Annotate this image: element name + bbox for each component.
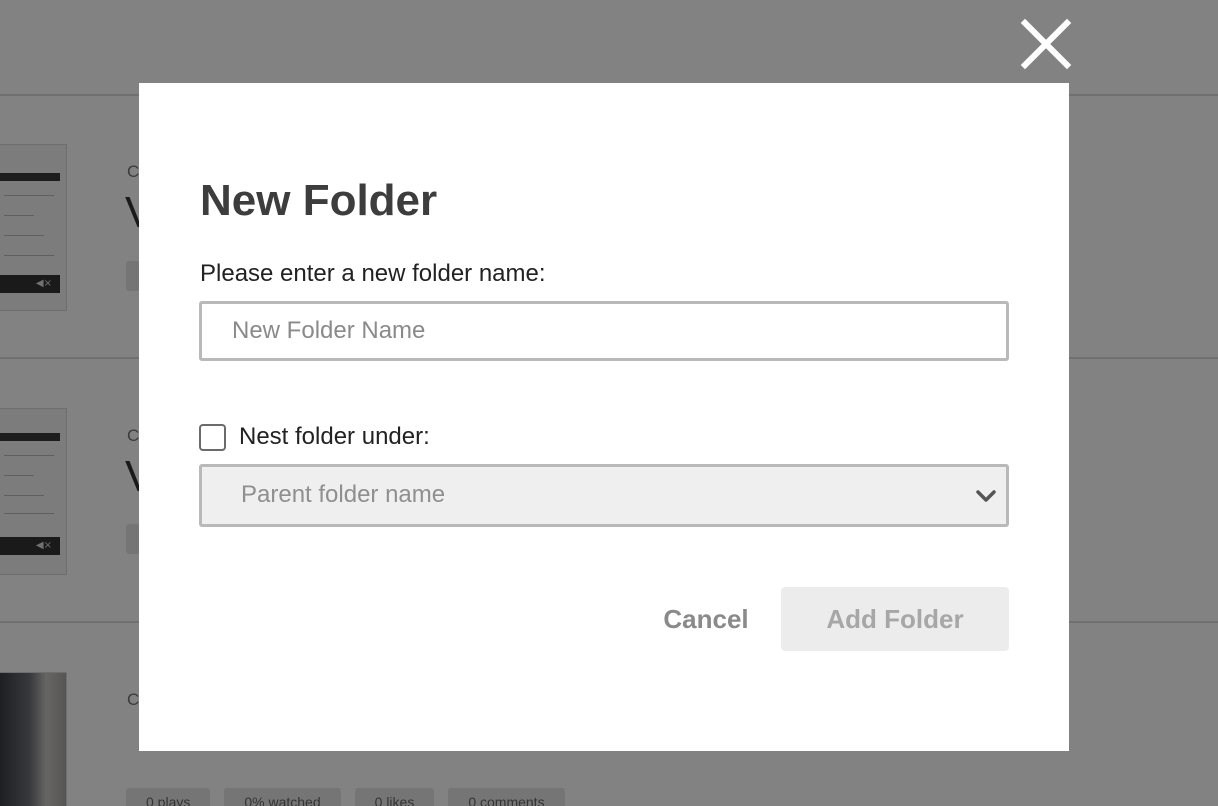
folder-name-input[interactable] <box>199 301 1009 361</box>
new-folder-dialog: New Folder Please enter a new folder nam… <box>139 83 1069 751</box>
chevron-down-icon <box>976 490 996 502</box>
nest-folder-label: Nest folder under: <box>239 423 430 450</box>
cancel-button[interactable]: Cancel <box>644 587 768 651</box>
close-icon <box>1020 18 1072 70</box>
parent-folder-select-value: Parent folder name <box>241 481 446 508</box>
close-button[interactable] <box>1018 18 1074 74</box>
nest-folder-checkbox[interactable] <box>199 423 226 451</box>
dialog-title: New Folder <box>200 176 438 225</box>
nest-folder-row: Nest folder under: <box>199 423 430 451</box>
add-folder-button[interactable]: Add Folder <box>781 587 1009 651</box>
folder-name-label: Please enter a new folder name: <box>200 260 546 287</box>
parent-folder-select[interactable]: Parent folder name <box>199 464 1009 527</box>
